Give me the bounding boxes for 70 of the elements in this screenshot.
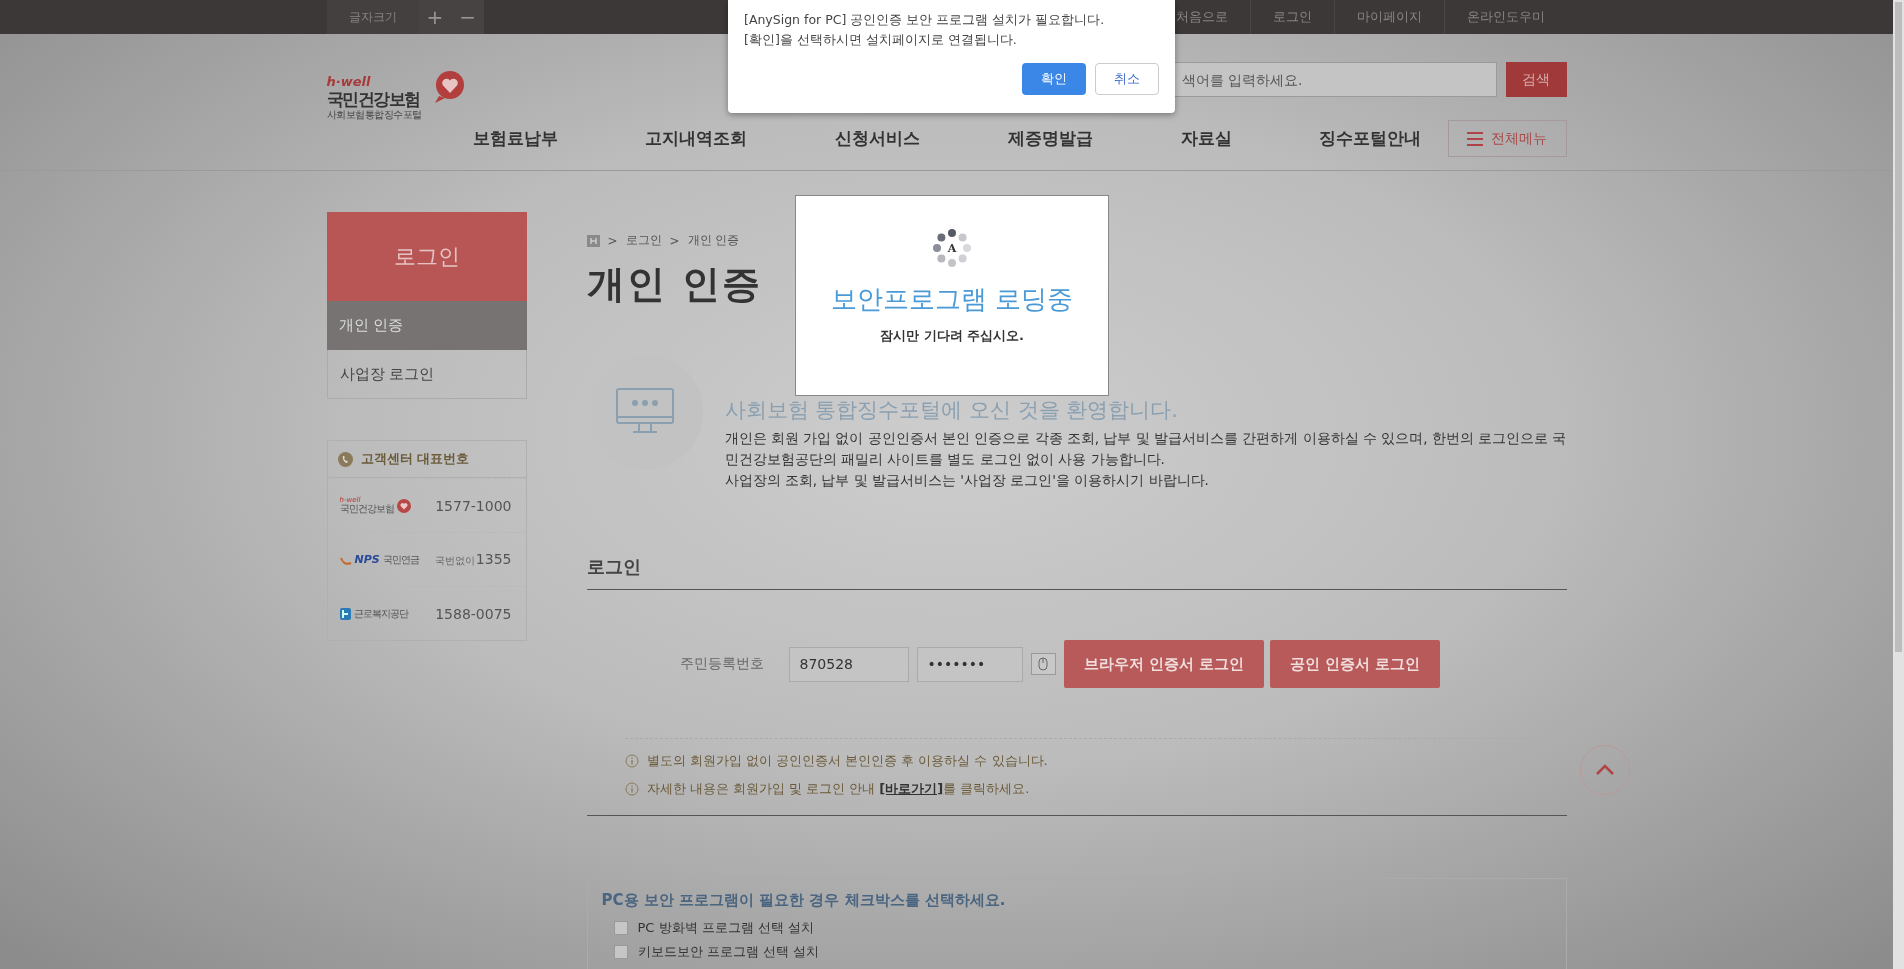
- sidebar-item[interactable]: 사업장 로그인: [326, 350, 527, 399]
- spinner-letter: A: [947, 242, 957, 254]
- phone-number: 1588-0075: [435, 605, 512, 622]
- nav-item[interactable]: 징수포털안내: [1319, 127, 1422, 150]
- checkbox-label: PC 방화벽 프로그램 선택 설치: [637, 919, 814, 937]
- decrease-font-button[interactable]: −: [451, 0, 485, 34]
- phone-icon: [337, 451, 353, 467]
- top-link[interactable]: 온라인도우미: [1443, 0, 1567, 34]
- sidebar-title: 로그인: [326, 212, 527, 301]
- info-icon: [624, 782, 639, 796]
- all-menu-button[interactable]: 전체메뉴: [1447, 120, 1567, 157]
- breadcrumb-separator: >: [669, 233, 680, 248]
- intro-paragraph: 사업장의 조회, 납부 및 발급서비스는 '사업장 로그인'을 이용하시기 바랍니다.: [724, 471, 1210, 490]
- breadcrumb-item[interactable]: 로그인: [625, 232, 662, 249]
- breadcrumb-separator: >: [607, 233, 618, 248]
- logo-text: 국민건강보험: [339, 504, 394, 514]
- nav-item[interactable]: 보험료납부: [472, 127, 558, 150]
- logo-text: 근로복지공단: [353, 606, 408, 621]
- breadcrumb-item[interactable]: 개인 인증: [687, 232, 740, 249]
- nav-item[interactable]: 신청서비스: [835, 127, 921, 150]
- nav-item[interactable]: 자료실: [1180, 127, 1232, 150]
- phone-number: 1577-1000: [435, 497, 512, 514]
- search-button[interactable]: 검색: [1505, 62, 1567, 97]
- checkbox-label: 키보드보안 프로그램 선택 설치: [637, 943, 819, 961]
- scrollbar[interactable]: [1893, 0, 1904, 969]
- top-link[interactable]: 로그인: [1249, 0, 1334, 34]
- id-front-field[interactable]: 870528: [788, 646, 909, 682]
- phone-prefix: 국번없이: [434, 554, 475, 568]
- logo-text: 국민연금: [382, 552, 419, 567]
- checkbox[interactable]: [613, 945, 628, 959]
- field-label: 주민등록번호: [679, 655, 764, 673]
- note-text: 자세한 내용은 회원가입 및 로그인 안내 [바로가기]를 클릭하세요.: [646, 780, 1030, 798]
- spinner-icon: [932, 228, 972, 268]
- confirm-button[interactable]: 확인: [1022, 63, 1086, 95]
- page-title: 개인 인증: [586, 261, 762, 308]
- logo-tagline: h·well: [326, 74, 371, 89]
- scroll-top-button[interactable]: [1580, 745, 1630, 795]
- login-button[interactable]: 브라우저 인증서 로그인: [1063, 640, 1264, 688]
- intro-paragraph: 개인은 회원 가입 없이 공인인증서 본인 인증으로 각종 조회, 납부 및 발급서비스를 간편하게 이용하실 수 있으며, 한번의 로그인으로 국민건강보험공단의 패밀리 사이트를 별도 로그인 없이 사용 가능합니다.: [724, 429, 1567, 469]
- logo-subtitle: 사회보험통합징수포털: [326, 109, 422, 122]
- alert-message: [AnySign for PC] 공인인증 보안 프로그램 설치가 필요합니다.: [744, 11, 1106, 29]
- info-icon: [624, 754, 639, 768]
- phone-number: 1355: [475, 551, 512, 567]
- welcome-heading: 사회보험 통합징수포털에 오신 것을 환영합니다.: [724, 397, 1179, 424]
- security-title: PC용 보안 프로그램이 필요한 경우 체크박스를 선택하세요.: [601, 891, 1007, 910]
- top-link[interactable]: 마이페이지: [1333, 0, 1444, 34]
- checkbox[interactable]: [613, 921, 628, 935]
- loading-message: 잠시만 기다려 주십시오.: [880, 327, 1024, 345]
- logo-icon: [339, 607, 351, 620]
- section-title: 로그인: [586, 556, 641, 577]
- nav-item[interactable]: 제증명발급: [1007, 127, 1093, 150]
- font-size-label: 글자크기: [326, 0, 419, 34]
- chevron-up-icon: [1595, 764, 1615, 776]
- shortcut-link[interactable]: [바로가기]: [879, 781, 944, 796]
- login-button[interactable]: 공인 인증서 로그인: [1269, 640, 1440, 688]
- loading-title: 보안프로그램 로딩중: [830, 283, 1074, 316]
- id-back-field[interactable]: •••••••: [916, 646, 1023, 682]
- home-icon[interactable]: [586, 234, 600, 247]
- contact-title: 고객센터 대표번호: [360, 450, 470, 468]
- cancel-button[interactable]: 취소: [1095, 63, 1159, 95]
- heart-icon: [432, 70, 467, 104]
- logo-name: 국민건강보험: [326, 89, 420, 109]
- mouse-icon[interactable]: [1030, 653, 1056, 675]
- logo-text: NPS: [354, 553, 380, 566]
- nav-item[interactable]: 고지내역조회: [645, 127, 748, 150]
- increase-font-button[interactable]: +: [418, 0, 452, 34]
- sidebar-item[interactable]: 개인 인증: [326, 301, 527, 350]
- menu-icon: [1467, 131, 1483, 146]
- alert-message: [확인]을 선택하시면 설치페이지로 연결됩니다.: [744, 31, 1018, 49]
- note-text: 별도의 회원가입 없이 공인인증서 본인인증 후 이용하실 수 있습니다.: [646, 752, 1048, 770]
